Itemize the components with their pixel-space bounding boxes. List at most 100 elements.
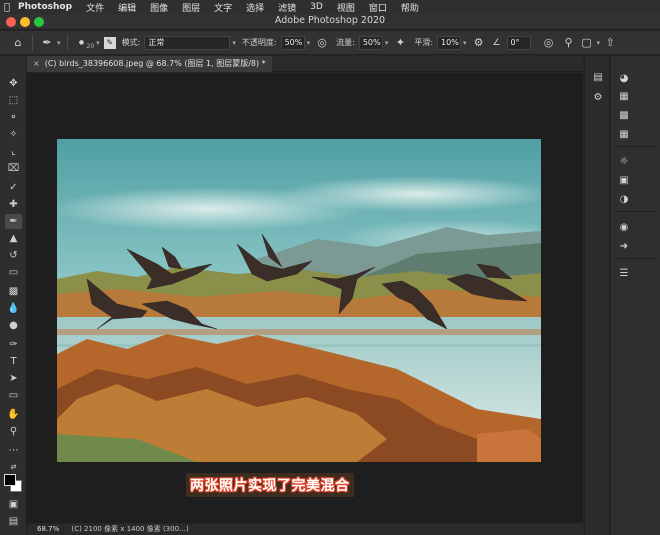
- divider: [32, 34, 33, 51]
- menu-layer[interactable]: 图层: [175, 1, 207, 14]
- opacity-input[interactable]: 50%: [280, 35, 305, 50]
- zoom-level[interactable]: 68.7%: [37, 525, 59, 533]
- menu-view[interactable]: 视图: [330, 1, 362, 14]
- swap-colors-icon[interactable]: ⇄: [5, 459, 22, 474]
- history-panel-icon[interactable]: ▤: [590, 70, 606, 84]
- status-bar: 68.7% (C) 2100 像素 x 1400 像素 (300…): [27, 524, 583, 535]
- mode-label: 模式:: [121, 38, 141, 47]
- flow-input[interactable]: 50%: [358, 35, 383, 50]
- menu-filter[interactable]: 滤镜: [271, 1, 303, 14]
- menu-image[interactable]: 图像: [143, 1, 175, 14]
- lasso-icon[interactable]: ⚬: [5, 110, 22, 125]
- paths-icon[interactable]: ➜: [616, 239, 632, 253]
- adjustments-icon[interactable]: ◑: [616, 192, 632, 206]
- menu-photoshop[interactable]: Photoshop: [14, 2, 79, 12]
- gradient-icon[interactable]: ▩: [5, 284, 22, 299]
- clone-stamp-icon[interactable]: ▲: [5, 231, 22, 246]
- history-brush-icon[interactable]: ↺: [5, 248, 22, 263]
- apple-icon[interactable]: : [0, 2, 14, 13]
- chevron-down-icon[interactable]: ▾: [385, 39, 389, 47]
- workspace-icon[interactable]: ▢: [579, 35, 595, 51]
- layers-panel-icon[interactable]: ☰: [616, 266, 632, 280]
- options-bar: ⌂ ✒ ▾ ● 20 ▾ ✎ 模式: 正常 ▾ 不透明度: 50% ▾ ◎ 流量…: [0, 31, 660, 55]
- mode-select[interactable]: 正常: [144, 35, 231, 50]
- eyedropper-icon[interactable]: ✓: [5, 180, 22, 195]
- marquee-icon[interactable]: ⬚: [5, 93, 22, 108]
- divider: [615, 146, 656, 147]
- dodge-icon[interactable]: ●: [5, 318, 22, 333]
- photoshop-window:  Photoshop 文件 编辑 图像 图层 文字 选择 滤镜 3D 视图 窗…: [0, 0, 660, 535]
- canvas-area[interactable]: [27, 73, 583, 523]
- divider: [615, 258, 656, 259]
- menu-select[interactable]: 选择: [239, 1, 271, 14]
- zoom-icon[interactable]: ⚲: [5, 424, 22, 439]
- move-icon[interactable]: ✥: [5, 76, 22, 91]
- foreground-color-swatch[interactable]: [4, 474, 16, 486]
- 3d-panel-icon[interactable]: ◕: [616, 71, 632, 85]
- chevron-down-icon[interactable]: ▾: [463, 39, 467, 47]
- more-tools-icon[interactable]: ⋯: [5, 443, 22, 458]
- menu-bar:  Photoshop 文件 编辑 图像 图层 文字 选择 滤镜 3D 视图 窗…: [0, 0, 660, 14]
- patterns-panel-icon[interactable]: ▦: [616, 127, 632, 141]
- document-tab-bar: × (C) birds_38396608.jpeg @ 68.7% (图层 1, …: [27, 56, 583, 72]
- blur-icon[interactable]: 💧: [5, 301, 22, 316]
- mode-value: 正常: [148, 37, 165, 47]
- pen-icon[interactable]: ✑: [5, 337, 22, 352]
- gradients-panel-icon[interactable]: ▩: [616, 108, 632, 122]
- menu-window[interactable]: 窗口: [362, 1, 394, 14]
- window-title: Adobe Photoshop 2020: [274, 15, 386, 26]
- hand-icon[interactable]: ✋: [5, 407, 22, 422]
- properties-panel-icon[interactable]: ☼: [616, 154, 632, 168]
- angle-input[interactable]: 0°: [506, 35, 531, 50]
- channels-icon[interactable]: ◉: [616, 220, 632, 234]
- close-tab-icon[interactable]: ×: [33, 59, 40, 68]
- angle-value: 0°: [510, 37, 520, 47]
- chevron-down-icon[interactable]: ▾: [597, 39, 601, 47]
- adjustments-panel-icon[interactable]: ⚙: [590, 90, 606, 104]
- divider: [66, 34, 68, 51]
- airbrush-icon[interactable]: ✦: [392, 35, 408, 51]
- menu-3d[interactable]: 3D: [303, 2, 330, 12]
- menu-help[interactable]: 帮助: [394, 1, 426, 14]
- share-icon[interactable]: ⇧: [602, 35, 618, 51]
- healing-brush-icon[interactable]: ✚: [5, 197, 22, 212]
- screen-mode-icon[interactable]: ▤: [5, 514, 22, 529]
- menu-file[interactable]: 文件: [79, 1, 111, 14]
- chevron-down-icon[interactable]: ▾: [307, 39, 311, 47]
- crop-icon[interactable]: ⌞: [5, 144, 22, 159]
- brush-size-value: 20: [86, 43, 95, 50]
- brush-settings-icon[interactable]: ✎: [103, 36, 116, 49]
- search-icon[interactable]: ⚲: [561, 35, 577, 51]
- panels-dock: ◕ ▦ ▩ ▦ ☼ ▣ ◑ ◉ ➜ ☰: [611, 56, 660, 535]
- pressure-size-icon[interactable]: ◎: [541, 35, 557, 51]
- flow-value: 50%: [362, 37, 381, 47]
- document-image[interactable]: [57, 139, 541, 462]
- eraser-icon[interactable]: ▭: [5, 265, 22, 280]
- document-info[interactable]: (C) 2100 像素 x 1400 像素 (300…): [71, 525, 188, 533]
- swatches-panel-icon[interactable]: ▦: [616, 89, 632, 103]
- menu-edit[interactable]: 编辑: [111, 1, 143, 14]
- opacity-label: 不透明度:: [241, 38, 277, 47]
- type-icon[interactable]: T: [5, 354, 22, 369]
- title-bar: Adobe Photoshop 2020: [0, 14, 660, 30]
- smoothing-input[interactable]: 10%: [437, 35, 462, 50]
- tools-panel: ✥ ⬚ ⚬ ✧ ⌞ ⌧ ✓ ✚ ✒ ▲ ↺ ▭ ▩ 💧 ● ✑ T ➤ ▭ ✋ …: [0, 56, 27, 535]
- frame-icon[interactable]: ⌧: [5, 161, 22, 176]
- path-selection-icon[interactable]: ➤: [5, 371, 22, 386]
- pressure-opacity-icon[interactable]: ◎: [314, 35, 330, 51]
- angle-icon: ∠: [492, 37, 501, 48]
- menu-type[interactable]: 文字: [207, 1, 239, 14]
- rectangle-icon[interactable]: ▭: [5, 388, 22, 403]
- document-tab[interactable]: × (C) birds_38396608.jpeg @ 68.7% (图层 1, …: [27, 56, 272, 72]
- chevron-down-icon[interactable]: ▾: [57, 39, 61, 47]
- brush-icon[interactable]: ✒: [5, 214, 22, 229]
- info-panel-icon[interactable]: ▣: [616, 173, 632, 187]
- quick-mask-icon[interactable]: ▣: [5, 497, 22, 512]
- magic-wand-icon[interactable]: ✧: [5, 127, 22, 142]
- brush-tool-preset-icon[interactable]: ✒: [39, 35, 55, 51]
- document-tab-title: (C) birds_38396608.jpeg @ 68.7% (图层 1, 图…: [44, 59, 266, 68]
- home-icon[interactable]: ⌂: [10, 35, 26, 51]
- chevron-down-icon[interactable]: ▾: [232, 39, 236, 47]
- smoothing-options-gear-icon[interactable]: ⚙: [471, 35, 487, 51]
- chevron-down-icon[interactable]: ▾: [96, 39, 100, 47]
